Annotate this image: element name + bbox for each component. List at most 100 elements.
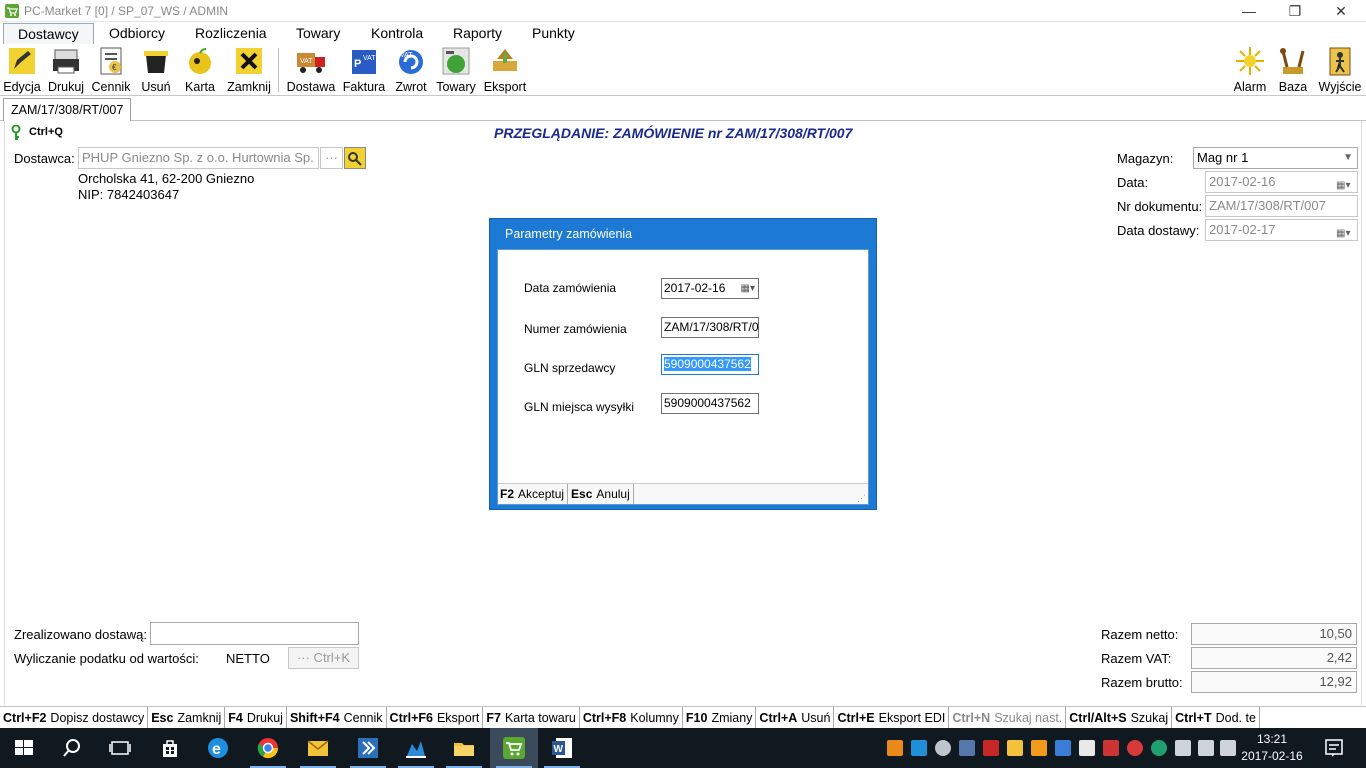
svg-text:W: W [554, 744, 564, 755]
restore-button[interactable]: ❐ [1272, 0, 1318, 22]
search-button[interactable] [48, 728, 96, 768]
edge-taskbar-button[interactable]: e [194, 728, 242, 768]
supplier-browse-button[interactable]: ··· [320, 147, 343, 169]
exit-door-icon [1324, 45, 1356, 77]
toolbar-baza-button[interactable]: Baza [1271, 44, 1315, 96]
resize-grip-icon[interactable]: ⋰ [857, 488, 866, 508]
chart-app-taskbar-button[interactable] [392, 728, 440, 768]
gln-miejsca-wysylki-field[interactable]: 5909000437562 [661, 393, 759, 414]
menu-dostawcy[interactable]: Dostawcy [3, 23, 94, 45]
tray-flame-icon[interactable] [887, 740, 903, 756]
toolbar-wyjscie-button[interactable]: Wyjście [1318, 44, 1362, 96]
supplier-field[interactable]: PHUP Gniezno Sp. z o.o. Hurtownia Sp. [78, 147, 319, 169]
return-arrow-icon: VAT [395, 45, 427, 77]
shortcut-zmiany[interactable]: F10 Zmiany [683, 707, 757, 728]
zrealizowano-field[interactable] [150, 622, 359, 645]
database-lever-icon [1277, 45, 1309, 77]
tray-antivirus-icon[interactable] [1103, 740, 1119, 756]
shortcut-eksport-edi[interactable]: Ctrl+E Eksport EDI [834, 707, 950, 728]
start-button[interactable] [0, 728, 48, 768]
store-taskbar-button[interactable] [146, 728, 194, 768]
shortcut-cennik[interactable]: Shift+F4 Cennik [287, 707, 387, 728]
title-bar: PC-Market 7 [0] / SP_07_WS / ADMIN — ❐ ✕ [0, 0, 1366, 22]
system-clock[interactable]: 13:21 2017-02-16 [1236, 731, 1308, 765]
tray-monitor-icon[interactable] [1055, 740, 1071, 756]
data-zamowienia-field[interactable]: 2017-02-16 ▦▾ [661, 278, 759, 299]
tray-skype-icon[interactable] [911, 740, 927, 756]
tray-mail-icon[interactable] [1007, 740, 1023, 756]
app-arrows-taskbar-button[interactable] [344, 728, 392, 768]
mail-client-taskbar-button[interactable] [294, 728, 342, 768]
notification-icon [1322, 736, 1346, 760]
toolbar-eksport-button[interactable]: Eksport [483, 44, 527, 96]
order-parameters-dialog: Parametry zamówienia Data zamówienia 201… [489, 218, 877, 510]
ctrl-k-button[interactable]: ··· Ctrl+K [288, 647, 359, 669]
magazyn-select[interactable]: Mag nr 1 ▼ [1193, 147, 1358, 169]
menu-punkty[interactable]: Punkty [532, 25, 575, 41]
shortcut-bar: Ctrl+F2 Dopisz dostawcy Esc Zamknij F4 Drukuj… [0, 706, 1366, 728]
shortcut-karta-towaru[interactable]: F7 Karta towaru [483, 707, 580, 728]
numer-zamowienia-field[interactable]: ZAM/17/308/RT/0 [661, 317, 759, 338]
ctrl-q-shortcut[interactable]: Ctrl+Q [29, 126, 63, 138]
nr-dokumentu-field[interactable]: ZAM/17/308/RT/007 [1205, 195, 1358, 217]
toolbar: Edycja Drukuj € Cennik Usuń Karta Zamkni… [0, 44, 1366, 96]
toolbar-karta-button[interactable]: Karta [178, 44, 222, 96]
menu-raporty[interactable]: Raporty [453, 25, 502, 41]
data-dostawy-field[interactable]: 2017-02-17 ▦▾ [1205, 219, 1358, 241]
tray-cloud-icon[interactable] [935, 740, 951, 756]
calendar-icon[interactable]: ▦▾ [741, 279, 755, 298]
tray-network-drive-icon[interactable] [959, 740, 975, 756]
toolbar-zamknij-button[interactable]: Zamknij [227, 44, 271, 96]
shortcut-szukaj-nast[interactable]: Ctrl+N Szukaj nast. [949, 707, 1067, 728]
tab-document[interactable]: ZAM/17/308/RT/007 [3, 98, 132, 121]
tray-vector-icon[interactable] [1079, 740, 1095, 756]
task-view-icon [108, 736, 132, 760]
action-center-button[interactable] [1310, 728, 1358, 768]
tray-snowflake-icon[interactable] [1127, 740, 1143, 756]
shortcut-drukuj[interactable]: F4 Drukuj [225, 707, 287, 728]
tray-battery-icon[interactable] [1175, 740, 1191, 756]
tray-volume-icon[interactable] [1220, 740, 1236, 756]
pencil-icon [6, 45, 38, 77]
toolbar-towary-button[interactable]: Towary [434, 44, 478, 96]
menu-towary[interactable]: Towary [296, 25, 340, 41]
file-explorer-taskbar-button[interactable] [440, 728, 488, 768]
page-title: PRZEGLĄDANIE: ZAMÓWIENIE nr ZAM/17/308/R… [494, 125, 853, 141]
tray-pdf-icon[interactable] [983, 740, 999, 756]
menu-kontrola[interactable]: Kontrola [371, 25, 423, 41]
shortcut-kolumny[interactable]: Ctrl+F8 Kolumny [580, 707, 683, 728]
tray-wifi-icon[interactable] [1198, 740, 1214, 756]
shortcut-szukaj[interactable]: Ctrl/Alt+S Szukaj [1066, 707, 1173, 728]
menu-odbiorcy[interactable]: Odbiorcy [109, 25, 165, 41]
dialog-status-bar: F2 Akceptuj Esc Anuluj ⋰ [498, 483, 868, 504]
word-taskbar-button[interactable]: W [538, 728, 586, 768]
minimize-button[interactable]: — [1226, 0, 1272, 22]
shortcut-dod-te[interactable]: Ctrl+T Dod. te [1172, 707, 1260, 728]
supplier-lookup-icon[interactable] [344, 147, 366, 169]
pc-market-taskbar-button[interactable] [490, 728, 538, 768]
shortcut-dopisz-dostawcy[interactable]: Ctrl+F2 Dopisz dostawcy [0, 707, 149, 728]
toolbar-faktura-button[interactable]: P VAT Faktura [342, 44, 386, 96]
price-list-icon: € [95, 45, 127, 77]
task-view-button[interactable] [96, 728, 144, 768]
dialog-body: Data zamówienia 2017-02-16 ▦▾ Numer zamó… [497, 249, 869, 505]
shortcut-zamknij[interactable]: Esc Zamknij [148, 707, 226, 728]
tray-sync-icon[interactable] [1151, 740, 1167, 756]
calendar-icon[interactable]: ▦▾ [1336, 224, 1354, 239]
cancel-button[interactable]: Esc Anuluj [568, 484, 634, 504]
svg-text:VAT: VAT [300, 58, 313, 65]
calendar-icon[interactable]: ▦▾ [1336, 176, 1354, 191]
supplier-nip: NIP: 7842403647 [78, 187, 180, 202]
alarm-icon [1234, 45, 1266, 77]
chrome-taskbar-button[interactable] [244, 728, 292, 768]
accept-button[interactable]: F2 Akceptuj [498, 484, 569, 504]
shortcut-usun[interactable]: Ctrl+A Usuń [756, 707, 835, 728]
menu-rozliczenia[interactable]: Rozliczenia [195, 25, 267, 41]
data-field[interactable]: 2017-02-16 ▦▾ [1205, 171, 1358, 193]
shortcut-eksport[interactable]: Ctrl+F6 Eksport [387, 707, 484, 728]
gln-sprzedawcy-label: GLN sprzedawcy [524, 361, 616, 375]
close-button[interactable]: ✕ [1318, 0, 1364, 22]
toolbar-dostawa-button[interactable]: VAT Dostawa [287, 44, 335, 96]
tray-security-icon[interactable] [1031, 740, 1047, 756]
gln-sprzedawcy-field[interactable]: 5909000437562 [661, 354, 759, 375]
